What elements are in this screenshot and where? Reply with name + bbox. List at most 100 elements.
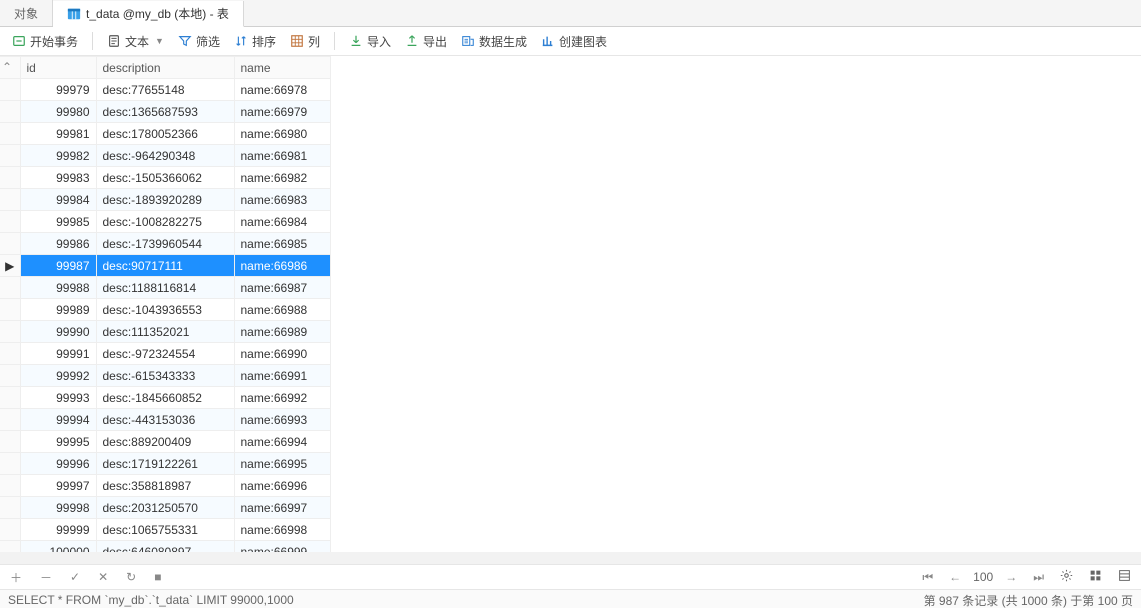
create-chart-button[interactable]: 创建图表 <box>535 31 613 52</box>
cell-description[interactable]: desc:-972324554 <box>96 343 234 365</box>
delete-row-button[interactable]: － <box>36 567 56 588</box>
settings-button[interactable] <box>1056 567 1077 587</box>
data-grid[interactable]: id description name 99979desc:77655148na… <box>0 56 331 563</box>
column-header-name[interactable]: name <box>234 57 330 79</box>
table-row[interactable]: 99997desc:358818987name:66996 <box>0 475 330 497</box>
cell-description[interactable]: desc:-443153036 <box>96 409 234 431</box>
cell-name[interactable]: name:66990 <box>234 343 330 365</box>
table-row[interactable]: 99996desc:1719122261name:66995 <box>0 453 330 475</box>
begin-transaction-button[interactable]: 开始事务 <box>6 31 84 52</box>
table-row[interactable]: 99999desc:1065755331name:66998 <box>0 519 330 541</box>
cell-name[interactable]: name:66988 <box>234 299 330 321</box>
cell-id[interactable]: 99988 <box>20 277 96 299</box>
cell-id[interactable]: 99989 <box>20 299 96 321</box>
cell-id[interactable]: 99979 <box>20 79 96 101</box>
form-view-toggle[interactable] <box>1114 567 1135 587</box>
cell-description[interactable]: desc:-1008282275 <box>96 211 234 233</box>
columns-button[interactable]: 列 <box>284 31 326 52</box>
table-row[interactable]: 99988desc:1188116814name:66987 <box>0 277 330 299</box>
table-row[interactable]: 99985desc:-1008282275name:66984 <box>0 211 330 233</box>
column-header-id[interactable]: id <box>20 57 96 79</box>
import-button[interactable]: 导入 <box>343 31 397 52</box>
cell-name[interactable]: name:66992 <box>234 387 330 409</box>
text-view-button[interactable]: 文本 ▼ <box>101 31 170 52</box>
cell-description[interactable]: desc:1188116814 <box>96 277 234 299</box>
last-page-button[interactable]: ⏭ <box>1029 568 1048 587</box>
next-page-button[interactable]: → <box>1001 568 1021 586</box>
cell-description[interactable]: desc:1065755331 <box>96 519 234 541</box>
cell-description[interactable]: desc:-964290348 <box>96 145 234 167</box>
cell-id[interactable]: 99981 <box>20 123 96 145</box>
table-row[interactable]: 99982desc:-964290348name:66981 <box>0 145 330 167</box>
filter-button[interactable]: 筛选 <box>172 31 226 52</box>
table-row[interactable]: ▶99987desc:90717111name:66986 <box>0 255 330 277</box>
cell-description[interactable]: desc:1365687593 <box>96 101 234 123</box>
table-row[interactable]: 99991desc:-972324554name:66990 <box>0 343 330 365</box>
cell-id[interactable]: 99980 <box>20 101 96 123</box>
add-row-button[interactable]: ＋ <box>6 567 26 588</box>
cell-id[interactable]: 99999 <box>20 519 96 541</box>
cell-id[interactable]: 99982 <box>20 145 96 167</box>
cell-description[interactable]: desc:889200409 <box>96 431 234 453</box>
cell-id[interactable]: 99995 <box>20 431 96 453</box>
cell-id[interactable]: 99986 <box>20 233 96 255</box>
cell-description[interactable]: desc:77655148 <box>96 79 234 101</box>
table-row[interactable]: 99984desc:-1893920289name:66983 <box>0 189 330 211</box>
cell-description[interactable]: desc:-1845660852 <box>96 387 234 409</box>
table-row[interactable]: 99989desc:-1043936553name:66988 <box>0 299 330 321</box>
cell-id[interactable]: 99997 <box>20 475 96 497</box>
table-row[interactable]: 99993desc:-1845660852name:66992 <box>0 387 330 409</box>
cell-description[interactable]: desc:1780052366 <box>96 123 234 145</box>
cell-id[interactable]: 99985 <box>20 211 96 233</box>
cell-name[interactable]: name:66996 <box>234 475 330 497</box>
cell-name[interactable]: name:66998 <box>234 519 330 541</box>
cell-id[interactable]: 99993 <box>20 387 96 409</box>
cell-id[interactable]: 99992 <box>20 365 96 387</box>
grid-view-toggle[interactable] <box>1085 567 1106 587</box>
table-row[interactable]: 99980desc:1365687593name:66979 <box>0 101 330 123</box>
table-row[interactable]: 99979desc:77655148name:66978 <box>0 79 330 101</box>
table-row[interactable]: 99995desc:889200409name:66994 <box>0 431 330 453</box>
cell-description[interactable]: desc:-1739960544 <box>96 233 234 255</box>
cancel-button[interactable]: ✕ <box>94 568 112 586</box>
cell-id[interactable]: 99983 <box>20 167 96 189</box>
prev-page-button[interactable]: ← <box>945 568 965 586</box>
horizontal-scrollbar[interactable] <box>0 552 1141 564</box>
tab-active-table[interactable]: t_data @my_db (本地) - 表 <box>53 1 244 27</box>
table-row[interactable]: 99990desc:111352021name:66989 <box>0 321 330 343</box>
cell-description[interactable]: desc:90717111 <box>96 255 234 277</box>
stop-button[interactable]: ■ <box>150 568 165 586</box>
export-button[interactable]: 导出 <box>399 31 453 52</box>
cell-name[interactable]: name:66995 <box>234 453 330 475</box>
cell-name[interactable]: name:66984 <box>234 211 330 233</box>
cell-name[interactable]: name:66983 <box>234 189 330 211</box>
table-row[interactable]: 99992desc:-615343333name:66991 <box>0 365 330 387</box>
cell-id[interactable]: 99991 <box>20 343 96 365</box>
cell-name[interactable]: name:66987 <box>234 277 330 299</box>
table-row[interactable]: 99981desc:1780052366name:66980 <box>0 123 330 145</box>
cell-name[interactable]: name:66985 <box>234 233 330 255</box>
table-row[interactable]: 99983desc:-1505366062name:66982 <box>0 167 330 189</box>
cell-id[interactable]: 99987 <box>20 255 96 277</box>
cell-name[interactable]: name:66978 <box>234 79 330 101</box>
cell-name[interactable]: name:66979 <box>234 101 330 123</box>
cell-description[interactable]: desc:2031250570 <box>96 497 234 519</box>
cell-name[interactable]: name:66981 <box>234 145 330 167</box>
cell-description[interactable]: desc:358818987 <box>96 475 234 497</box>
cell-description[interactable]: desc:-1043936553 <box>96 299 234 321</box>
cell-id[interactable]: 99990 <box>20 321 96 343</box>
column-header-description[interactable]: description <box>96 57 234 79</box>
cell-name[interactable]: name:66982 <box>234 167 330 189</box>
table-row[interactable]: 99994desc:-443153036name:66993 <box>0 409 330 431</box>
first-page-button[interactable]: ⏮ <box>918 568 937 587</box>
page-size-value[interactable]: 100 <box>973 570 993 584</box>
cell-name[interactable]: name:66980 <box>234 123 330 145</box>
cell-id[interactable]: 99994 <box>20 409 96 431</box>
cell-id[interactable]: 99996 <box>20 453 96 475</box>
cell-description[interactable]: desc:-1505366062 <box>96 167 234 189</box>
tab-objects[interactable]: 对象 <box>0 0 53 26</box>
cell-id[interactable]: 99984 <box>20 189 96 211</box>
cell-description[interactable]: desc:111352021 <box>96 321 234 343</box>
cell-name[interactable]: name:66989 <box>234 321 330 343</box>
refresh-button[interactable]: ↻ <box>122 568 140 586</box>
